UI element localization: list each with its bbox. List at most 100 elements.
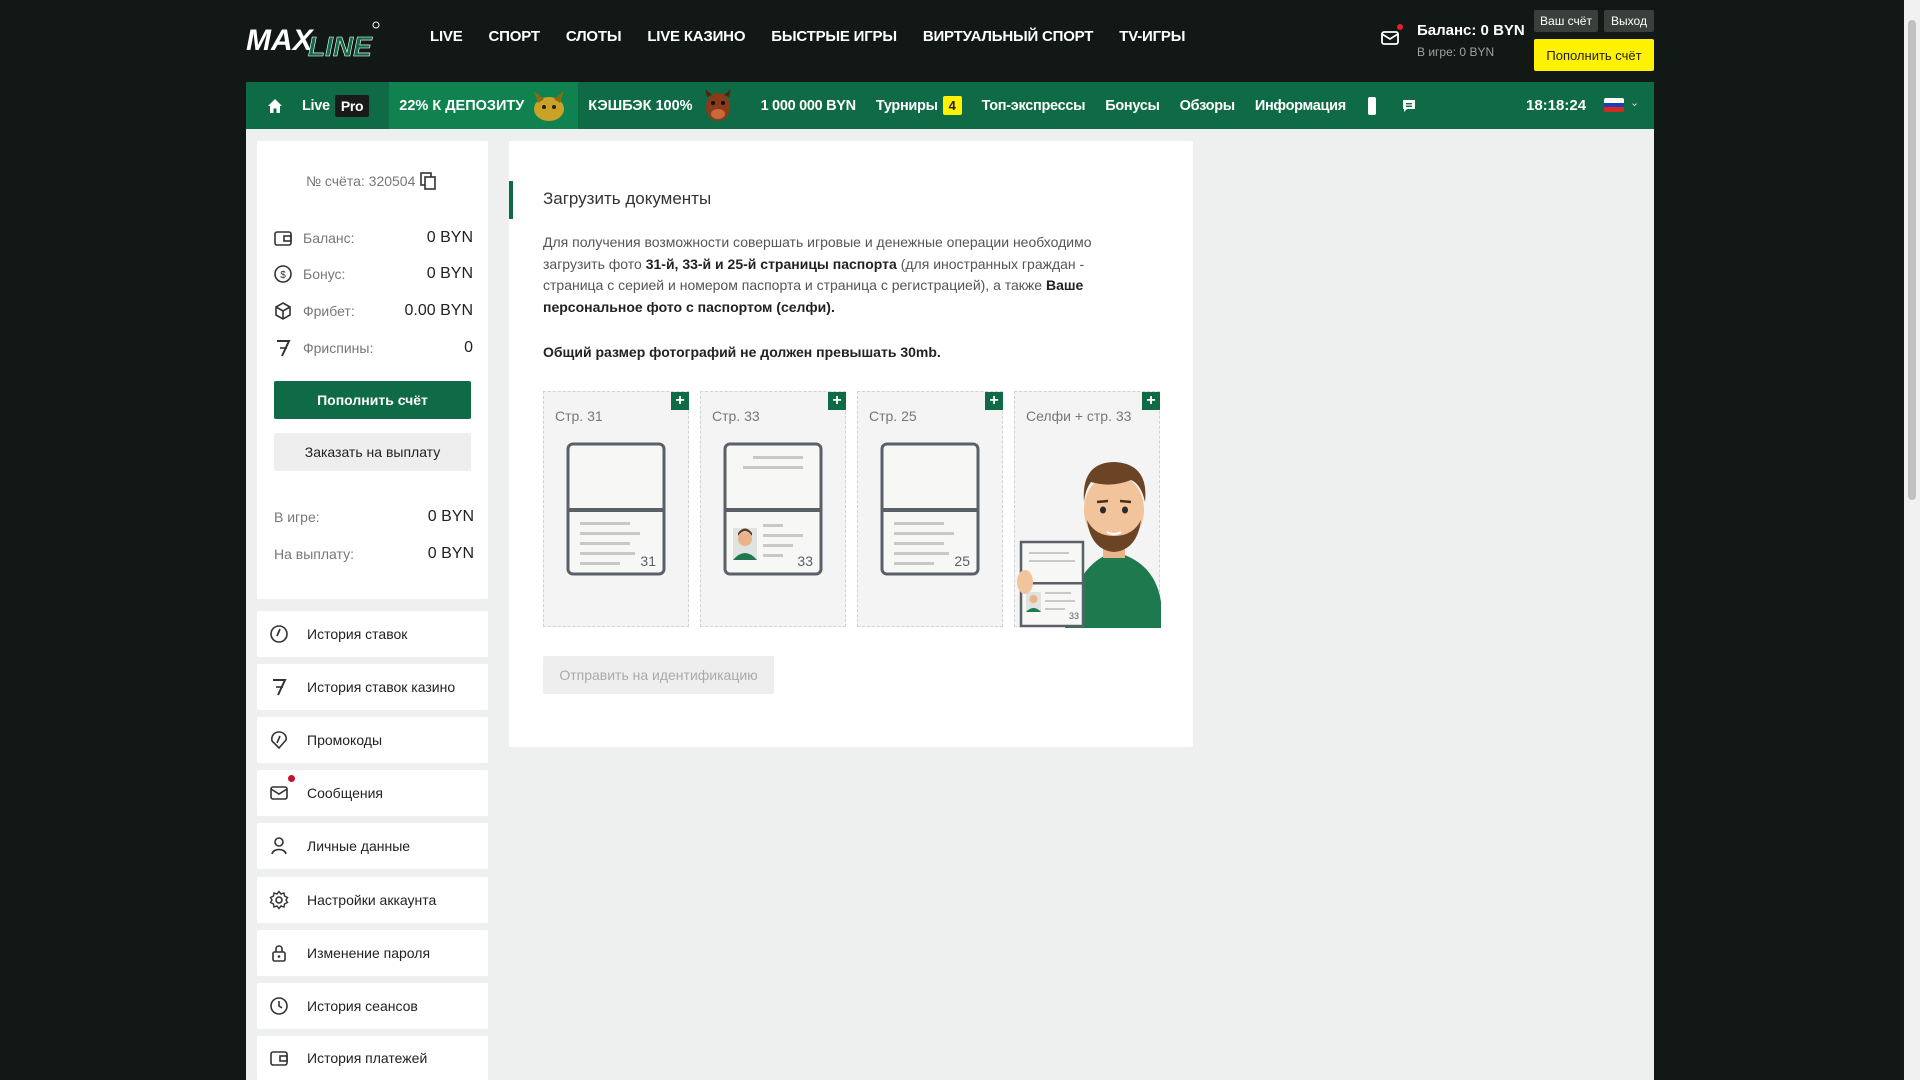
nav-fast-games[interactable]: БЫСТРЫЕ ИГРЫ (771, 28, 897, 45)
live-label: Live (302, 97, 330, 114)
upload-tile-page-25[interactable]: Стр. 25 + 25 (857, 391, 1003, 627)
bonus-row: $ Бонус: 0 BYN (273, 263, 473, 285)
nav-live-casino[interactable]: LIVE КАЗИНО (647, 28, 745, 45)
promo-cashback-banner[interactable]: КЭШБЭК 100% (578, 82, 747, 129)
bonuses-link[interactable]: Бонусы (1105, 82, 1160, 129)
menu-label: История сеансов (307, 998, 418, 1014)
tournaments-count-badge: 4 (942, 96, 962, 115)
your-account-button[interactable]: Ваш счёт (1534, 10, 1598, 32)
send-for-identification-button[interactable]: Отправить на идентификацию (543, 656, 774, 694)
chat-icon[interactable] (1400, 97, 1418, 115)
jackpot-link[interactable]: 1 000 000 BYN (761, 82, 857, 129)
passport-photo-page-icon: 33 (723, 442, 823, 576)
svg-text:MAX: MAX (246, 24, 315, 57)
chevron-down-icon[interactable]: ⌄ (1630, 96, 1639, 109)
home-icon[interactable] (266, 97, 284, 115)
documents-description: Для получения возможности совершать игро… (543, 232, 1143, 318)
menu-label: История ставок (307, 626, 408, 642)
mail-icon[interactable] (1380, 24, 1403, 48)
upload-tile-page-33[interactable]: Стр. 33 + 33 (700, 391, 846, 627)
menu-bet-history[interactable]: История ставок (257, 611, 488, 657)
upload-tile-page-31[interactable]: Стр. 31 + 31 (543, 391, 689, 627)
withdraw-button[interactable]: Заказать на выплату (274, 433, 471, 471)
freebet-box-icon (275, 302, 291, 320)
selfie-illustration: 33 (1017, 462, 1161, 628)
top-nav: LIVE СПОРТ СЛОТЫ LIVE КАЗИНО БЫСТРЫЕ ИГР… (430, 28, 1185, 45)
promo-tag-icon (271, 731, 287, 750)
nav-slots[interactable]: СЛОТЫ (566, 28, 622, 45)
header-in-game: В игре: 0 BYN (1417, 45, 1495, 59)
clock: 18:18:24 (1526, 97, 1587, 114)
menu-label: Сообщения (307, 785, 383, 801)
live-pro-link[interactable]: Live Pro (302, 82, 370, 129)
svg-text:LINE: LINE (308, 31, 373, 60)
menu-label: Настройки аккаунта (307, 892, 437, 908)
top-bar: MAX LINE LIVE СПОРТ СЛОТЫ LIVE КАЗИНО БЫ… (0, 0, 1920, 80)
info-link[interactable]: Информация (1255, 82, 1346, 129)
header-balance: Баланс: 0 BYN (1417, 22, 1525, 39)
page-number: 33 (1069, 611, 1079, 621)
menu-session-history[interactable]: История сеансов (257, 983, 488, 1029)
page-number: 31 (640, 553, 656, 569)
reviews-link[interactable]: Обзоры (1180, 82, 1236, 129)
header-deposit-button[interactable]: Пополнить счёт (1534, 39, 1654, 71)
menu-casino-history[interactable]: История ставок казино (257, 664, 488, 710)
menu-label: История ставок казино (307, 679, 456, 695)
gear-icon (269, 890, 289, 910)
top-express-link[interactable]: Топ-экспрессы (982, 82, 1086, 129)
language-flag-icon[interactable] (1604, 98, 1624, 112)
bonus-label: Бонус: (303, 266, 346, 282)
notification-dot (1397, 24, 1403, 30)
freespins-value: 0 (464, 339, 473, 356)
nav-sport[interactable]: СПОРТ (489, 28, 540, 45)
freespins-row: Фриспины: 0 (273, 337, 473, 359)
promo-deposit-banner[interactable]: 22% К ДЕПОЗИТУ (389, 82, 579, 129)
menu-change-password[interactable]: Изменение пароля (257, 930, 488, 976)
dog-promo-icon (704, 88, 731, 121)
tournaments-link[interactable]: Турниры 4 (876, 82, 962, 129)
payout-value: 0 BYN (427, 545, 474, 562)
tile-label: Стр. 25 (869, 408, 917, 424)
logout-button[interactable]: Выход (1604, 10, 1654, 32)
add-icon[interactable]: + (671, 392, 689, 410)
freebet-row: Фрибет: 0.00 BYN (273, 300, 473, 322)
deposit-button[interactable]: Пополнить счёт (274, 381, 471, 419)
menu-promocodes[interactable]: Промокоды (257, 717, 488, 763)
upload-tile-selfie[interactable]: Селфи + стр. 33 + 33 (1014, 391, 1161, 628)
bet-history-icon (270, 625, 288, 643)
maxline-logo[interactable]: MAX LINE (246, 20, 380, 62)
freespins-label: Фриспины: (303, 340, 374, 356)
passport-page-icon: 31 (566, 442, 666, 576)
svg-text:$: $ (280, 270, 286, 281)
bonus-coin-icon: $ (274, 265, 292, 283)
add-icon[interactable]: + (1142, 392, 1160, 410)
freebet-value: 0.00 BYN (404, 302, 473, 319)
documents-card: Загрузить документы Для получения возмож… (509, 141, 1193, 747)
add-icon[interactable]: + (828, 392, 846, 410)
menu-label: Изменение пароля (307, 945, 431, 961)
nav-tv-games[interactable]: TV-ИГРЫ (1119, 28, 1185, 45)
promo-deposit-label: 22% К ДЕПОЗИТУ (399, 97, 525, 114)
page-scrollbar[interactable] (1904, 0, 1920, 1080)
copy-icon[interactable] (420, 172, 436, 190)
menu-personal-data[interactable]: Личные данные (257, 823, 488, 869)
casino-seven-icon (273, 679, 287, 696)
payout-row: На выплату: 0 BYN (274, 543, 474, 565)
nav-live[interactable]: LIVE (430, 28, 463, 45)
mobile-app-icon[interactable] (1366, 96, 1378, 116)
menu-messages[interactable]: Сообщения (257, 770, 488, 816)
scrollbar-thumb[interactable] (1908, 20, 1916, 500)
nav-virtual-sport[interactable]: ВИРТУАЛЬНЫЙ СПОРТ (923, 28, 1094, 45)
menu-account-settings[interactable]: Настройки аккаунта (257, 877, 488, 923)
wallet-icon (274, 231, 292, 246)
menu-label: Промокоды (307, 732, 383, 748)
menu-payment-history[interactable]: История платежей (257, 1036, 488, 1080)
freebet-label: Фрибет: (303, 303, 355, 319)
documents-title: Загрузить документы (543, 189, 712, 208)
account-card: № счёта: 320504 Баланс: 0 BYN $ Бонус: 0… (257, 141, 488, 599)
bonus-value: 0 BYN (426, 265, 473, 282)
in-game-row: В игре: 0 BYN (274, 506, 474, 528)
add-icon[interactable]: + (985, 392, 1003, 410)
size-note: Общий размер фотографий не должен превыш… (543, 344, 941, 360)
wallet-icon (270, 1051, 288, 1066)
